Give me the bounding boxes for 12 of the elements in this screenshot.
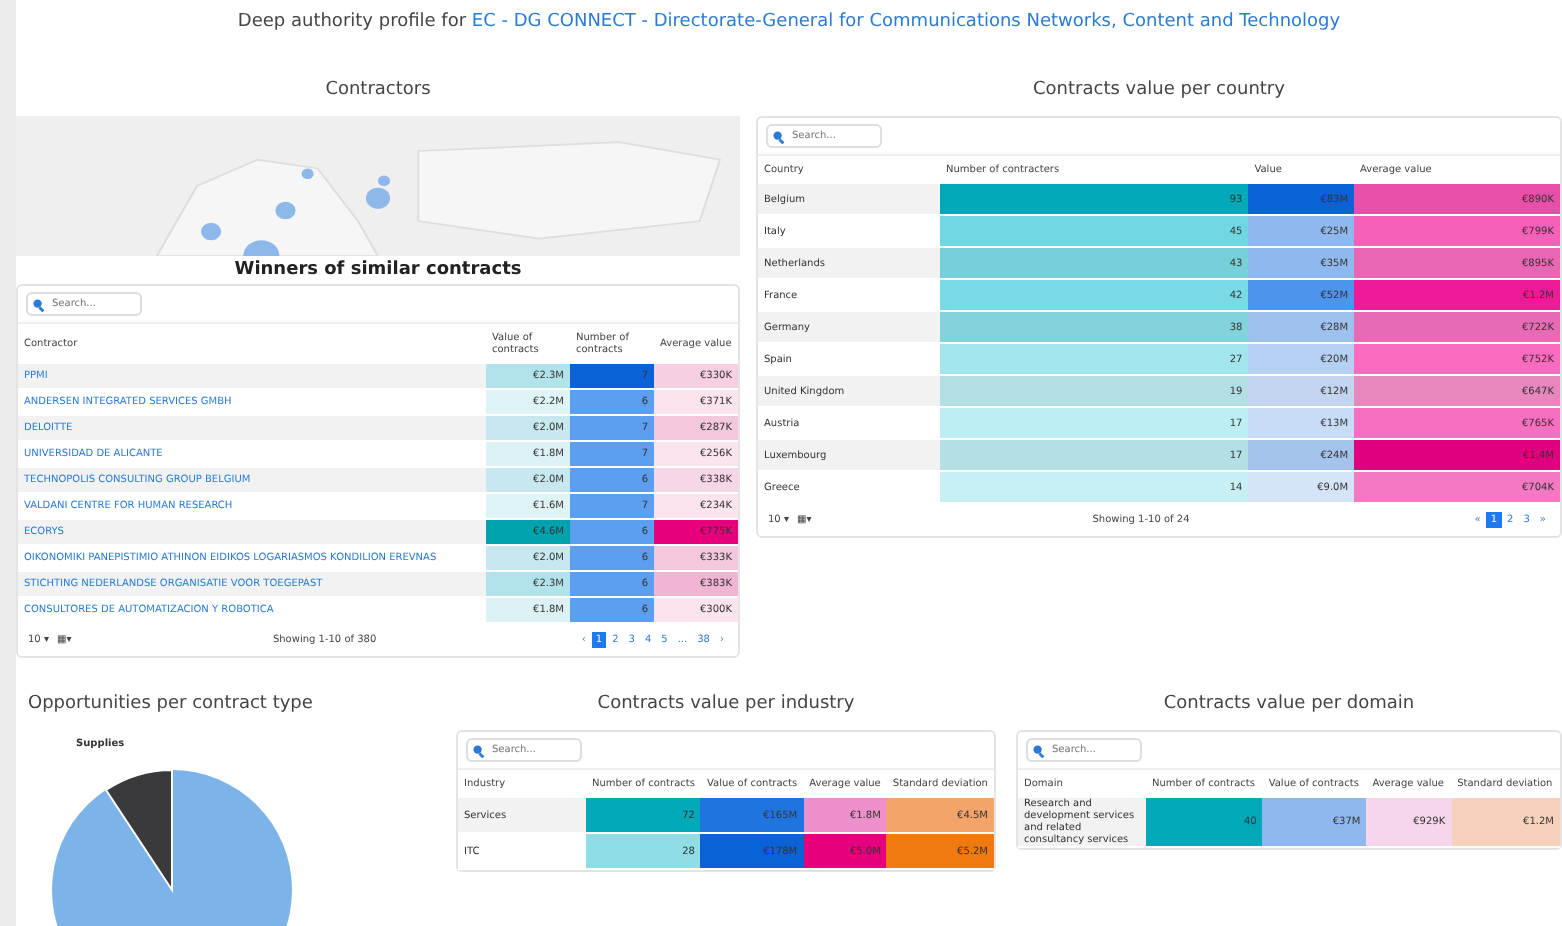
- section-title: Contractors: [323, 78, 433, 104]
- search-icon: [472, 744, 486, 758]
- search-icon: [32, 298, 46, 312]
- section-title: Winners of similar contracts: [232, 258, 524, 284]
- section-title: Contracts value per domain: [1161, 692, 1417, 718]
- page-heading: Deep authority profile for EC - DG CONNECT - Directorate-General for Communications Networks, Content and Technology: [235, 10, 1343, 36]
- search-icon: [1032, 744, 1046, 758]
- authority-link[interactable]: EC - DG CONNECT - Directorate-General for Communications Networks, Content and Technology: [471, 12, 1341, 32]
- section-title: Contracts value per industry: [595, 692, 857, 718]
- search-icon: [772, 130, 786, 144]
- section-title: Opportunities per contract type: [26, 692, 315, 718]
- section-title: Contracts value per country: [1031, 78, 1287, 104]
